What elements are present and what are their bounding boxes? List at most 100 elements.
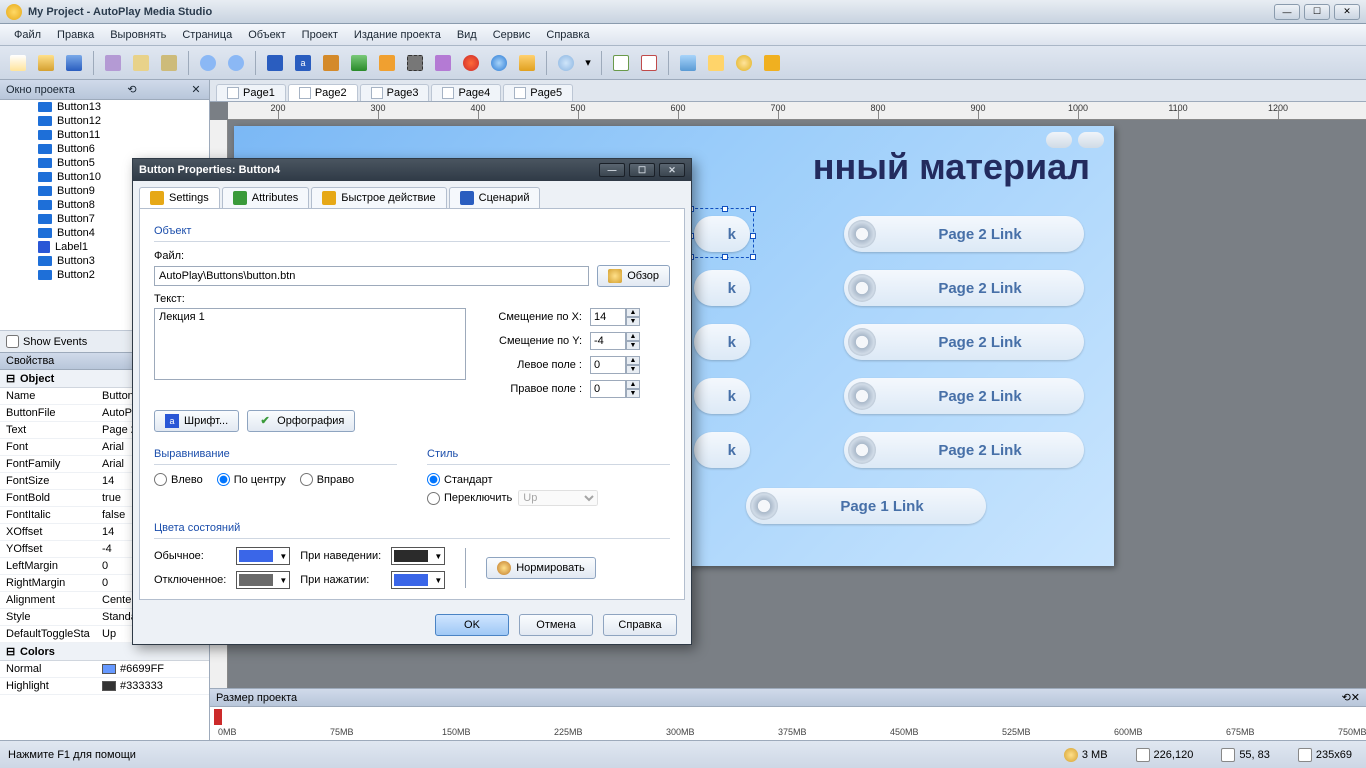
dialog-tab-3[interactable]: Сценарий: [449, 187, 541, 208]
page-link-button[interactable]: Page 2 Link: [844, 378, 1084, 414]
style-radio-0[interactable]: Стандарт: [427, 473, 493, 486]
cancel-button[interactable]: Отмена: [519, 614, 593, 636]
page-link-button[interactable]: Page 1 Link: [746, 488, 986, 524]
prop-value[interactable]: #6699FF: [96, 661, 209, 677]
page-link-button-partial[interactable]: k: [694, 324, 750, 360]
ok-button[interactable]: OK: [435, 614, 509, 636]
tree-item[interactable]: Button6: [0, 142, 209, 156]
menu-страница[interactable]: Страница: [174, 26, 240, 44]
cut-button[interactable]: [101, 51, 125, 75]
tool-image-button[interactable]: [347, 51, 371, 75]
spellcheck-button[interactable]: ✔Орфография: [247, 410, 355, 432]
menu-файл[interactable]: Файл: [6, 26, 49, 44]
prop-value[interactable]: #333333: [96, 678, 209, 694]
preview-button[interactable]: [676, 51, 700, 75]
align-radio-1[interactable]: По центру: [217, 473, 286, 486]
page-link-button-partial[interactable]: k: [694, 432, 750, 468]
file-input[interactable]: [154, 266, 589, 286]
page-link-button[interactable]: Page 2 Link: [844, 324, 1084, 360]
browse-button[interactable]: Обзор: [597, 265, 670, 287]
dialog-minimize-button[interactable]: —: [599, 163, 625, 177]
dialog-close-button[interactable]: ✕: [659, 163, 685, 177]
publish-button[interactable]: [760, 51, 784, 75]
copy-button[interactable]: [129, 51, 153, 75]
prop-group[interactable]: ⊟Colors: [0, 643, 209, 661]
page-tab-page4[interactable]: Page4: [431, 84, 501, 101]
menu-выровнять[interactable]: Выровнять: [102, 26, 174, 44]
page-link-button-partial[interactable]: k: [694, 378, 750, 414]
dialog-tab-2[interactable]: Быстрое действие: [311, 187, 446, 208]
zoom-dropdown[interactable]: ▾: [582, 51, 594, 75]
page-remove-button[interactable]: [637, 51, 661, 75]
new-button[interactable]: [6, 51, 30, 75]
dialog-maximize-button[interactable]: ☐: [629, 163, 655, 177]
prop-row[interactable]: Highlight#333333: [0, 678, 209, 695]
save-button[interactable]: [62, 51, 86, 75]
text-textarea[interactable]: Лекция 1: [154, 308, 466, 380]
disabled-color-selector[interactable]: ▼: [236, 571, 290, 589]
tree-item[interactable]: Button12: [0, 114, 209, 128]
left-margin-spinner[interactable]: ▲▼: [590, 356, 640, 374]
project-panel-close-icon[interactable]: ✕: [189, 83, 203, 97]
page-tab-page2[interactable]: Page2: [288, 84, 358, 101]
tool-label-button[interactable]: a: [291, 51, 315, 75]
window-close-button[interactable]: ✕: [1334, 4, 1360, 20]
menu-вид[interactable]: Вид: [449, 26, 485, 44]
tool-shape-button[interactable]: [263, 51, 287, 75]
canvas-minimize-icon[interactable]: [1046, 132, 1072, 148]
tree-item[interactable]: Button11: [0, 128, 209, 142]
tool-web-button[interactable]: [487, 51, 511, 75]
dialog-tab-0[interactable]: Settings: [139, 187, 220, 208]
style-radio-1[interactable]: Переключить: [427, 492, 512, 505]
toggle-state-select[interactable]: Up: [518, 490, 598, 506]
offset-y-spinner[interactable]: ▲▼: [590, 332, 640, 350]
align-radio-2[interactable]: Вправо: [300, 473, 354, 486]
menu-сервис[interactable]: Сервис: [485, 26, 539, 44]
font-button[interactable]: aШрифт...: [154, 410, 239, 432]
page-tab-page5[interactable]: Page5: [503, 84, 573, 101]
normal-color-selector[interactable]: ▼: [236, 547, 290, 565]
window-maximize-button[interactable]: ☐: [1304, 4, 1330, 20]
project-size-expand-icon[interactable]: ⟲: [1342, 691, 1351, 704]
redo-button[interactable]: [224, 51, 248, 75]
right-margin-spinner[interactable]: ▲▼: [590, 380, 640, 398]
page-add-button[interactable]: [609, 51, 633, 75]
page-tab-page3[interactable]: Page3: [360, 84, 430, 101]
page-link-button[interactable]: Page 2 Link: [844, 216, 1084, 252]
page-link-button-partial[interactable]: k: [694, 270, 750, 306]
page-link-button[interactable]: Page 2 Link: [844, 270, 1084, 306]
build-button[interactable]: [732, 51, 756, 75]
prop-row[interactable]: Normal#6699FF: [0, 661, 209, 678]
tool-paragraph-button[interactable]: [319, 51, 343, 75]
help-button[interactable]: Справка: [603, 614, 677, 636]
menu-правка[interactable]: Правка: [49, 26, 102, 44]
pressed-color-selector[interactable]: ▼: [391, 571, 445, 589]
dialog-tab-1[interactable]: Attributes: [222, 187, 309, 208]
project-panel-expand-icon[interactable]: ⟲: [125, 83, 139, 97]
settings-button[interactable]: [704, 51, 728, 75]
selection-rect[interactable]: [690, 208, 754, 258]
menu-проект[interactable]: Проект: [294, 26, 346, 44]
tool-hotspot-button[interactable]: [431, 51, 455, 75]
page-tab-page1[interactable]: Page1: [216, 84, 286, 101]
canvas-close-icon[interactable]: [1078, 132, 1104, 148]
open-button[interactable]: [34, 51, 58, 75]
menu-издание проекта[interactable]: Издание проекта: [346, 26, 449, 44]
menu-справка[interactable]: Справка: [538, 26, 597, 44]
page-link-button[interactable]: Page 2 Link: [844, 432, 1084, 468]
menu-объект[interactable]: Объект: [240, 26, 293, 44]
align-radio-0[interactable]: Влево: [154, 473, 203, 486]
normalize-button[interactable]: Нормировать: [486, 557, 596, 579]
paste-button[interactable]: [157, 51, 181, 75]
zoom-button[interactable]: [554, 51, 578, 75]
show-events-checkbox[interactable]: [6, 335, 19, 348]
dialog-titlebar[interactable]: Button Properties: Button4 — ☐ ✕: [133, 159, 691, 181]
tree-item[interactable]: Button13: [0, 100, 209, 114]
tool-slideshow-button[interactable]: [459, 51, 483, 75]
offset-x-spinner[interactable]: ▲▼: [590, 308, 640, 326]
undo-button[interactable]: [196, 51, 220, 75]
window-minimize-button[interactable]: —: [1274, 4, 1300, 20]
tool-pdf-button[interactable]: [515, 51, 539, 75]
hover-color-selector[interactable]: ▼: [391, 547, 445, 565]
project-size-close-icon[interactable]: ✕: [1351, 691, 1360, 704]
